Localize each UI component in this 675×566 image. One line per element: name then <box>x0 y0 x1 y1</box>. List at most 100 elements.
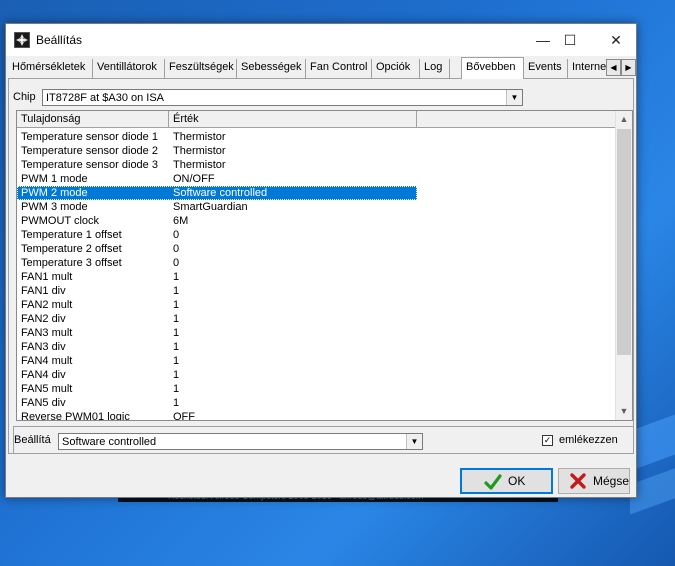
table-row[interactable]: FAN3 mult 1 <box>17 326 417 340</box>
grid-header: Tulajdonság Érték <box>17 111 617 128</box>
chip-select-value: IT8728F at $A30 on ISA <box>46 92 165 104</box>
value-cell: 1 <box>173 383 180 395</box>
value-cell: OFF <box>173 411 195 421</box>
table-row[interactable]: PWM 1 mode ON/OFF <box>17 172 417 186</box>
tab-strip: Hőmérsékletek Ventillátorok Feszültségek… <box>8 57 636 79</box>
dialog-footer: OK Mégse <box>6 456 636 497</box>
table-row[interactable]: FAN4 div 1 <box>17 368 417 382</box>
tab-fan-control[interactable]: Fan Control <box>306 59 372 78</box>
remember-checkbox[interactable]: ✓ <box>542 435 553 446</box>
vertical-scrollbar[interactable]: ▲ ▼ <box>615 111 632 420</box>
remember-label: emlékezzen <box>559 434 618 446</box>
tab-options[interactable]: Opciók <box>372 59 420 78</box>
close-button[interactable]: ✕ <box>593 24 639 56</box>
table-row[interactable]: FAN2 mult 1 <box>17 298 417 312</box>
value-cell: Software controlled <box>173 187 268 199</box>
table-row[interactable]: FAN5 mult 1 <box>17 382 417 396</box>
table-row[interactable]: Temperature 3 offset 0 <box>17 256 417 270</box>
tab-voltages[interactable]: Feszültségek <box>165 59 237 78</box>
scroll-down-icon[interactable]: ▼ <box>616 403 632 420</box>
value-cell: 0 <box>173 243 180 255</box>
value-cell: 1 <box>173 355 180 367</box>
ok-button[interactable]: OK <box>460 468 553 494</box>
chevron-down-icon[interactable]: ▼ <box>506 90 522 105</box>
tab-events[interactable]: Events <box>524 59 568 78</box>
tab-fans[interactable]: Ventillátorok <box>93 59 165 78</box>
tab-temperatures[interactable]: Hőmérsékletek <box>8 59 93 78</box>
column-header-value[interactable]: Érték <box>169 111 417 127</box>
property-cell: Temperature 1 offset <box>21 229 122 241</box>
tab-log[interactable]: Log <box>420 59 450 78</box>
table-row[interactable]: Reverse PWM01 logic OFF <box>17 410 417 421</box>
cancel-button[interactable]: Mégse <box>558 468 630 494</box>
property-grid[interactable]: Tulajdonság Érték Temperature sensor dio… <box>16 110 633 421</box>
value-cell: 6M <box>173 215 189 227</box>
property-cell: Temperature sensor diode 1 <box>21 131 158 143</box>
property-cell: FAN3 mult <box>21 327 73 339</box>
table-row[interactable]: FAN1 mult 1 <box>17 270 417 284</box>
table-row[interactable]: FAN5 div 1 <box>17 396 417 410</box>
value-cell: Thermistor <box>173 145 226 157</box>
value-cell: 1 <box>173 327 180 339</box>
window-title: Beállítás <box>36 33 83 47</box>
table-row[interactable]: Temperature sensor diode 3 Thermistor <box>17 158 417 172</box>
value-cell: 1 <box>173 299 180 311</box>
table-row[interactable]: FAN2 div 1 <box>17 312 417 326</box>
property-cell: FAN1 div <box>21 285 66 297</box>
tab-speeds[interactable]: Sebességek <box>237 59 306 78</box>
value-cell: Thermistor <box>173 159 226 171</box>
table-row[interactable]: Temperature sensor diode 2 Thermistor <box>17 144 417 158</box>
property-cell: PWMOUT clock <box>21 215 100 227</box>
property-cell: Temperature sensor diode 2 <box>21 145 158 157</box>
table-row[interactable]: PWM 3 mode SmartGuardian <box>17 200 417 214</box>
value-cell: 1 <box>173 271 180 283</box>
settings-dialog: Beállítás — ☐ ✕ Hőmérsékletek Ventilláto… <box>5 23 637 498</box>
property-cell: FAN1 mult <box>21 271 73 283</box>
table-row[interactable]: Temperature 2 offset 0 <box>17 242 417 256</box>
tab-internet[interactable]: Interne <box>568 59 606 78</box>
chevron-down-icon[interactable]: ▼ <box>406 434 422 449</box>
table-row[interactable]: PWM 2 mode Software controlled <box>17 186 417 200</box>
chip-label: Chip <box>13 91 36 103</box>
app-icon <box>14 32 30 48</box>
tab-scroll-left-button[interactable]: ◀ <box>606 59 621 76</box>
checkmark-icon <box>484 474 502 490</box>
property-cell: Temperature 3 offset <box>21 257 122 269</box>
value-cell: SmartGuardian <box>173 201 248 213</box>
value-cell: 1 <box>173 285 180 297</box>
property-cell: Temperature 2 offset <box>21 243 122 255</box>
setting-label: Beállítá <box>14 434 51 446</box>
property-cell: PWM 2 mode <box>21 187 88 199</box>
column-header-property[interactable]: Tulajdonság <box>17 111 169 127</box>
property-cell: FAN3 div <box>21 341 66 353</box>
property-cell: FAN5 mult <box>21 383 73 395</box>
property-cell: FAN2 div <box>21 313 66 325</box>
cross-icon <box>570 473 586 489</box>
property-cell: FAN4 mult <box>21 355 73 367</box>
value-cell: ON/OFF <box>173 173 215 185</box>
property-cell: Reverse PWM01 logic <box>21 411 130 421</box>
property-cell: PWM 1 mode <box>21 173 88 185</box>
table-row[interactable]: FAN3 div 1 <box>17 340 417 354</box>
scroll-up-icon[interactable]: ▲ <box>616 111 632 128</box>
scrollbar-thumb[interactable] <box>617 129 631 355</box>
property-cell: PWM 3 mode <box>21 201 88 213</box>
value-cell: 1 <box>173 397 180 409</box>
maximize-button[interactable]: ☐ <box>547 24 593 56</box>
setting-select[interactable]: Software controlled ▼ <box>58 433 423 450</box>
property-cell: FAN4 div <box>21 369 66 381</box>
cancel-label: Mégse <box>593 474 630 488</box>
value-cell: Thermistor <box>173 131 226 143</box>
table-row[interactable]: Temperature sensor diode 1 Thermistor <box>17 130 417 144</box>
tab-scroll-right-button[interactable]: ▶ <box>621 59 636 76</box>
title-bar[interactable]: Beállítás — ☐ ✕ <box>6 24 636 56</box>
table-row[interactable]: FAN1 div 1 <box>17 284 417 298</box>
table-row[interactable]: FAN4 mult 1 <box>17 354 417 368</box>
table-row[interactable]: Temperature 1 offset 0 <box>17 228 417 242</box>
value-cell: 0 <box>173 257 180 269</box>
property-cell: Temperature sensor diode 3 <box>21 159 158 171</box>
table-row[interactable]: PWMOUT clock 6M <box>17 214 417 228</box>
property-cell: FAN5 div <box>21 397 66 409</box>
tab-more[interactable]: Bővebben <box>461 57 524 79</box>
chip-select[interactable]: IT8728F at $A30 on ISA ▼ <box>42 89 523 106</box>
